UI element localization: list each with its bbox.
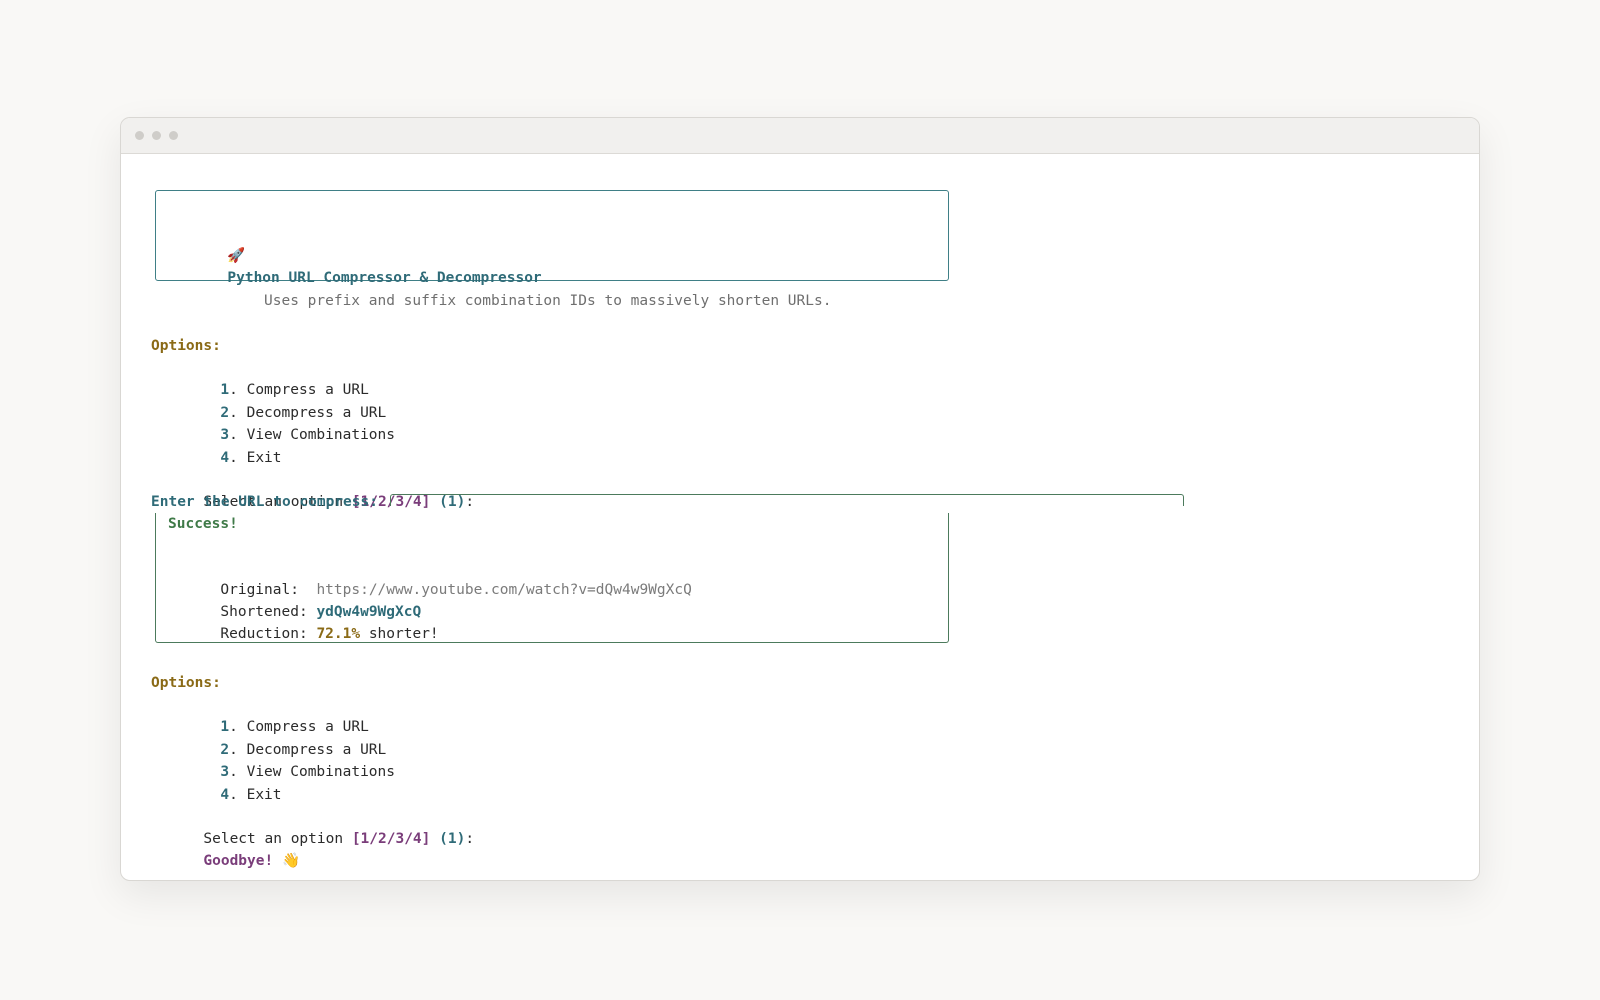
select-option-prompt[interactable]: Select an option [1/2/3/4] (1): [151, 469, 474, 510]
window-titlebar [121, 118, 1479, 154]
waving-hand-icon: 👋 [281, 853, 301, 869]
menu-item-label: Exit [246, 787, 282, 803]
prompt-choices: [1/2/3/4] [351, 831, 431, 847]
menu-item-label: Exit [246, 450, 282, 466]
menu-item-number: 4 [220, 450, 230, 466]
reduction-row: Reduction: 72.1% shorter! [168, 601, 438, 642]
menu-item-number: 4 [220, 787, 230, 803]
rocket-icon: 🚀 [227, 248, 246, 264]
header-title-line: 🚀 Python URL Compressor & Decompressor [175, 223, 541, 286]
reduction-label: Reduction: [220, 626, 308, 642]
menu-item-exit: 4. Exit [220, 787, 282, 803]
options-heading: Options: [151, 675, 221, 691]
menu-item-view-combinations: 3. View Combinations [220, 427, 395, 443]
menu-item-decompress: 2. Decompress a URL [220, 742, 387, 758]
app-title: Python URL Compressor & Decompressor [227, 270, 542, 286]
result-panel-top-edge [390, 494, 1184, 506]
original-url-row: Original: https://www.youtube.com/watch?… [168, 557, 691, 598]
menu-item-compress: 1. Compress a URL [220, 382, 369, 398]
goodbye-line: Goodbye! 👋 [151, 828, 300, 869]
success-status: Success! [168, 516, 238, 532]
menu-item-decompress: 2. Decompress a URL [220, 405, 387, 421]
shortened-url-row: Shortened: ydQw4w9WgXcQ [168, 579, 421, 620]
app-subtitle: Uses prefix and suffix combination IDs t… [264, 293, 832, 309]
terminal-window: 🚀 Python URL Compressor & Decompressor U… [120, 117, 1480, 881]
close-window-dot-icon[interactable] [135, 131, 144, 140]
goodbye-text: Goodbye! [203, 853, 274, 869]
compress-url-prompt[interactable]: Enter the URL to compress: [151, 491, 378, 513]
minimize-window-dot-icon[interactable] [152, 131, 161, 140]
options-heading: Options: [151, 338, 221, 354]
reduction-suffix: shorter! [368, 626, 439, 642]
select-option-prompt[interactable]: Select an option [1/2/3/4] (1): [151, 806, 474, 847]
maximize-window-dot-icon[interactable] [169, 131, 178, 140]
reduction-percent: 72.1% [316, 626, 361, 642]
menu-item-compress: 1. Compress a URL [220, 719, 369, 735]
prompt-default: (1) [439, 831, 466, 847]
menu-item-view-combinations: 3. View Combinations [220, 764, 395, 780]
menu-item-exit: 4. Exit [220, 450, 282, 466]
terminal-output: 🚀 Python URL Compressor & Decompressor U… [121, 154, 1479, 880]
